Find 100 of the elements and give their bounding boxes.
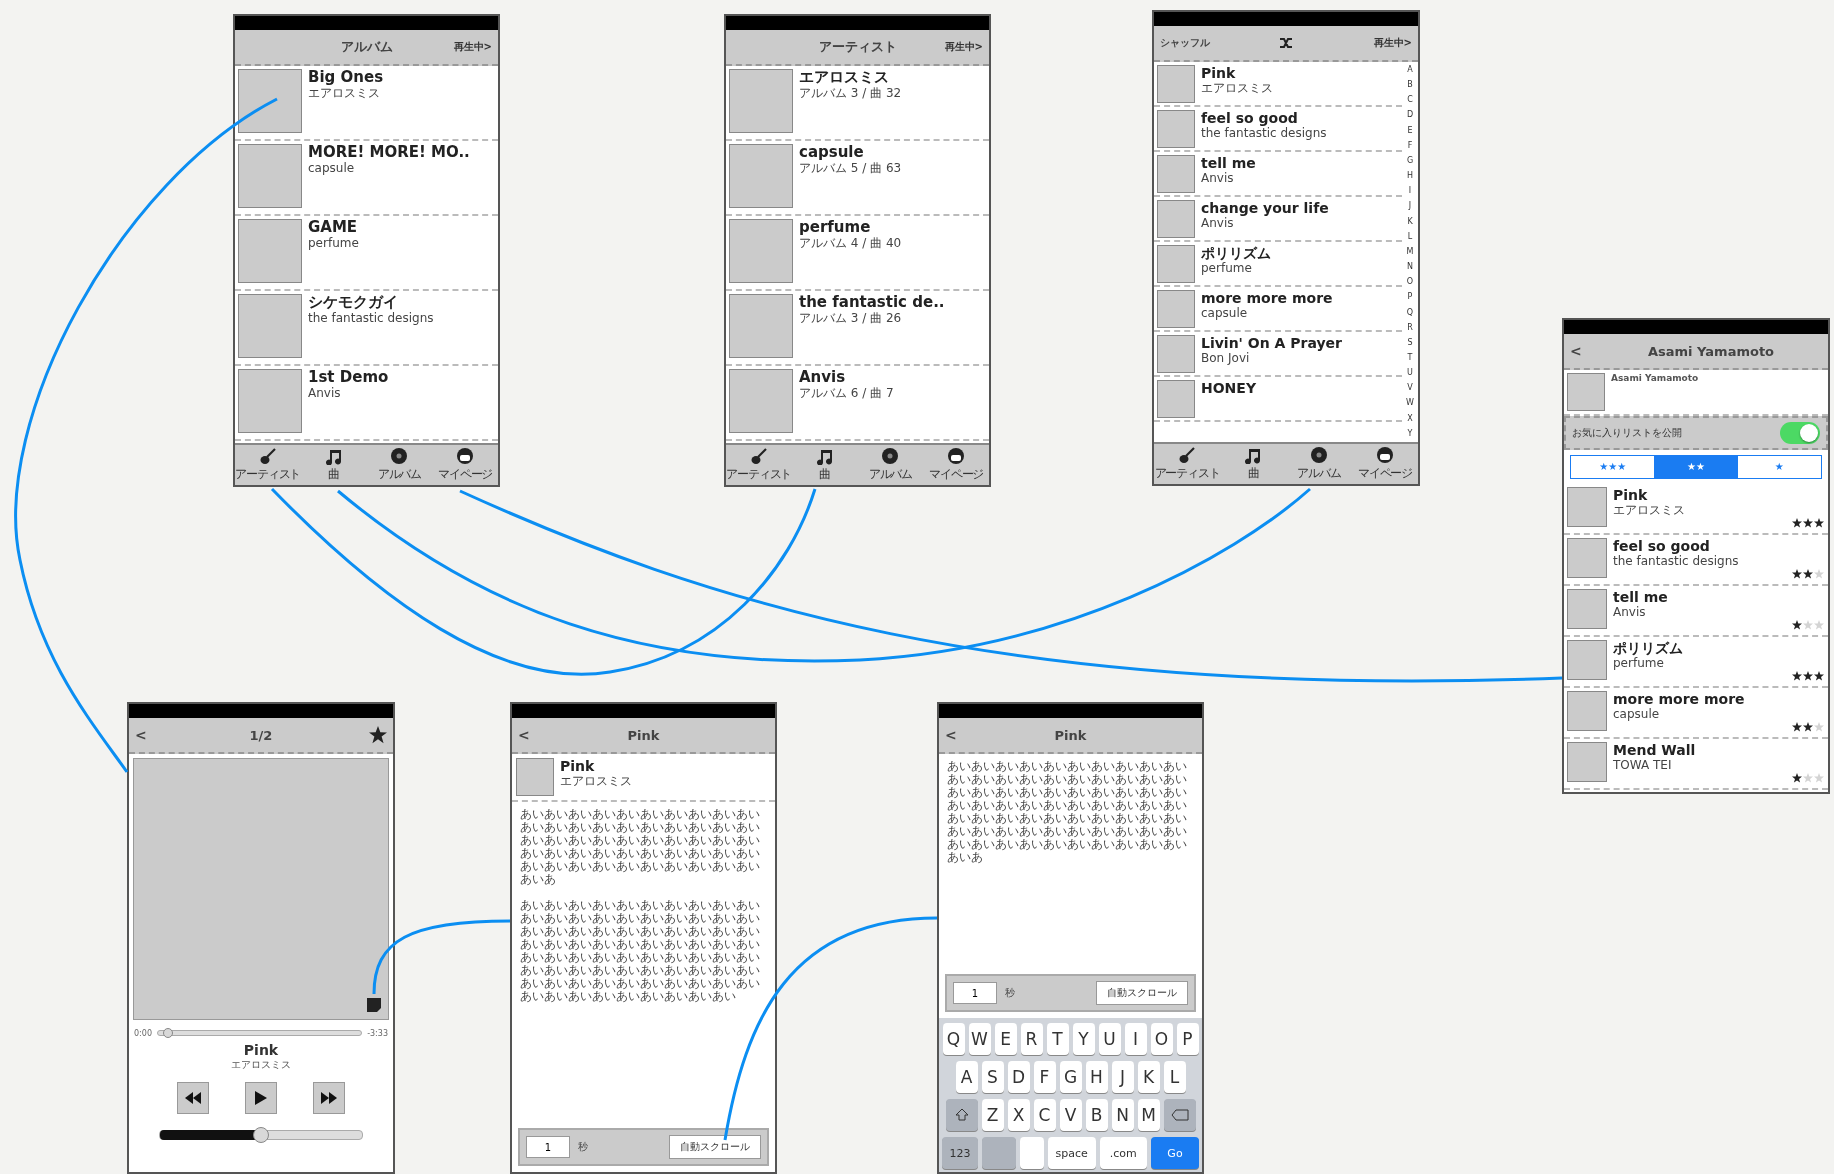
index-letter[interactable]: U — [1407, 369, 1413, 378]
now-playing-link[interactable]: 再生中> — [1373, 36, 1412, 50]
list-item[interactable]: シケモクガイ the fantastic designs — [235, 291, 498, 366]
index-letter[interactable]: O — [1406, 278, 1414, 287]
keyboard-key[interactable]: P — [1176, 1023, 1199, 1055]
keyboard-key[interactable]: J — [1111, 1061, 1134, 1093]
index-letter[interactable]: J — [1408, 202, 1412, 211]
index-letter[interactable]: Q — [1406, 308, 1414, 317]
keyboard-key[interactable]: V — [1059, 1099, 1082, 1131]
tab-button[interactable]: アルバム — [1286, 444, 1352, 484]
keyboard-key[interactable]: space — [1048, 1137, 1096, 1169]
rewind-button[interactable] — [177, 1082, 209, 1114]
list-item[interactable]: Mend Wall TOWA TEI — [1564, 739, 1828, 790]
tab-button[interactable]: アルバム — [366, 445, 433, 485]
play-button[interactable] — [245, 1082, 277, 1114]
back-button[interactable]: < — [945, 727, 957, 743]
list-item[interactable]: Pink エアロスミス — [1564, 484, 1828, 535]
shuffle-button[interactable]: シャッフル — [1160, 36, 1210, 50]
interval-field[interactable]: 1 — [526, 1136, 570, 1158]
slider-thumb[interactable] — [253, 1127, 269, 1143]
back-button[interactable]: < — [518, 727, 530, 743]
go-key[interactable]: Go — [1151, 1137, 1199, 1169]
index-letter[interactable]: D — [1406, 111, 1414, 120]
now-playing-link[interactable]: 再生中> — [453, 40, 492, 54]
slider-thumb[interactable] — [163, 1028, 174, 1038]
list-item[interactable]: tell me Anvis — [1564, 586, 1828, 637]
keyboard-key[interactable]: D — [1007, 1061, 1030, 1093]
keyboard-key[interactable]: M — [1137, 1099, 1160, 1131]
scroll-button[interactable]: 自動スクロール — [1096, 981, 1188, 1005]
index-letter[interactable]: P — [1407, 293, 1413, 302]
back-button[interactable]: < — [135, 727, 147, 743]
index-letter[interactable]: V — [1407, 384, 1413, 393]
index-letter[interactable]: M — [1406, 247, 1414, 256]
index-letter[interactable]: H — [1407, 172, 1413, 181]
list-item[interactable]: feel so good the fantastic designs — [1154, 107, 1402, 152]
list-item[interactable]: エアロスミス アルバム 3 / 曲 32 — [726, 66, 989, 141]
keyboard-key[interactable]: Y — [1072, 1023, 1095, 1055]
keyboard-key[interactable]: R — [1020, 1023, 1043, 1055]
keyboard-key[interactable]: C — [1033, 1099, 1056, 1131]
tab-button[interactable]: アーティスト — [235, 445, 301, 485]
keyboard-key[interactable]: W — [968, 1023, 991, 1055]
keyboard-key[interactable]: U — [1098, 1023, 1121, 1055]
keyboard-key[interactable]: O — [1150, 1023, 1173, 1055]
interval-field[interactable]: 1 — [953, 982, 997, 1004]
tab-button[interactable]: 曲 — [300, 445, 367, 485]
list-item[interactable]: tell me Anvis — [1154, 152, 1402, 197]
now-playing-link[interactable]: 再生中> — [944, 40, 983, 54]
list-item[interactable]: the fantastic de.. アルバム 3 / 曲 26 — [726, 291, 989, 366]
keyboard-key[interactable]: I — [1124, 1023, 1147, 1055]
keyboard-key[interactable]: X — [1007, 1099, 1030, 1131]
index-letter[interactable]: X — [1407, 414, 1413, 423]
keyboard-key[interactable]: Q — [942, 1023, 965, 1055]
keyboard-key[interactable]: A — [955, 1061, 978, 1093]
list-item[interactable]: Anvis アルバム 6 / 曲 7 — [726, 366, 989, 441]
keyboard-key[interactable]: B — [1085, 1099, 1108, 1131]
list-item[interactable]: Pink エアロスミス — [1154, 62, 1402, 107]
volume-slider[interactable] — [159, 1130, 363, 1140]
list-item[interactable]: HONEY — [1154, 377, 1402, 422]
list-item[interactable]: perfume アルバム 4 / 曲 40 — [726, 216, 989, 291]
keyboard-key[interactable]: T — [1046, 1023, 1069, 1055]
tab-button[interactable]: マイページ — [923, 445, 989, 485]
index-letter[interactable]: Y — [1407, 429, 1413, 438]
keyboard-key[interactable]: F — [1033, 1061, 1056, 1093]
shift-key[interactable] — [945, 1099, 978, 1131]
mode-key[interactable]: 123 — [942, 1137, 978, 1169]
shuffle-icon[interactable] — [1279, 37, 1293, 49]
tab-button[interactable]: アーティスト — [1154, 444, 1220, 484]
back-button[interactable]: < — [1570, 343, 1582, 359]
index-letter[interactable]: R — [1407, 323, 1413, 332]
index-letter[interactable]: T — [1407, 353, 1413, 362]
index-letter[interactable]: A — [1407, 66, 1413, 74]
list-item[interactable]: change your life Anvis — [1154, 197, 1402, 242]
keyboard-key[interactable]: K — [1137, 1061, 1160, 1093]
star-icon[interactable] — [369, 726, 387, 744]
keyboard-key[interactable]: .com — [1099, 1137, 1147, 1169]
toggle-switch[interactable] — [1780, 422, 1820, 444]
seek-slider[interactable] — [156, 1030, 363, 1036]
keyboard-key[interactable]: G — [1059, 1061, 1082, 1093]
segment-button[interactable]: ★★ — [1654, 456, 1738, 478]
index-letter[interactable]: G — [1406, 156, 1414, 165]
index-letter[interactable]: I — [1408, 187, 1412, 196]
index-letter[interactable]: B — [1407, 81, 1413, 90]
list-item[interactable]: GAME perfume — [235, 216, 498, 291]
delete-key[interactable] — [1163, 1099, 1196, 1131]
keyboard-key[interactable]: N — [1111, 1099, 1134, 1131]
tab-button[interactable]: 曲 — [791, 445, 858, 485]
list-item[interactable]: MORE! MORE! MO.. capsule — [235, 141, 498, 216]
page-icon[interactable] — [366, 997, 382, 1013]
list-item[interactable]: more more more capsule — [1154, 287, 1402, 332]
keyboard-key[interactable]: Z — [981, 1099, 1004, 1131]
keyboard-key[interactable]: H — [1085, 1061, 1108, 1093]
tab-button[interactable]: マイページ — [1352, 444, 1418, 484]
index-letter[interactable]: E — [1407, 126, 1413, 135]
index-letter[interactable]: N — [1407, 263, 1413, 272]
index-letter[interactable]: L — [1407, 232, 1413, 241]
index-letter[interactable]: S — [1407, 338, 1413, 347]
keyboard-key[interactable]: E — [994, 1023, 1017, 1055]
list-item[interactable]: 1st Demo Anvis — [235, 366, 498, 441]
list-item[interactable]: feel so good the fantastic designs — [1564, 535, 1828, 586]
fast-forward-button[interactable] — [313, 1082, 345, 1114]
